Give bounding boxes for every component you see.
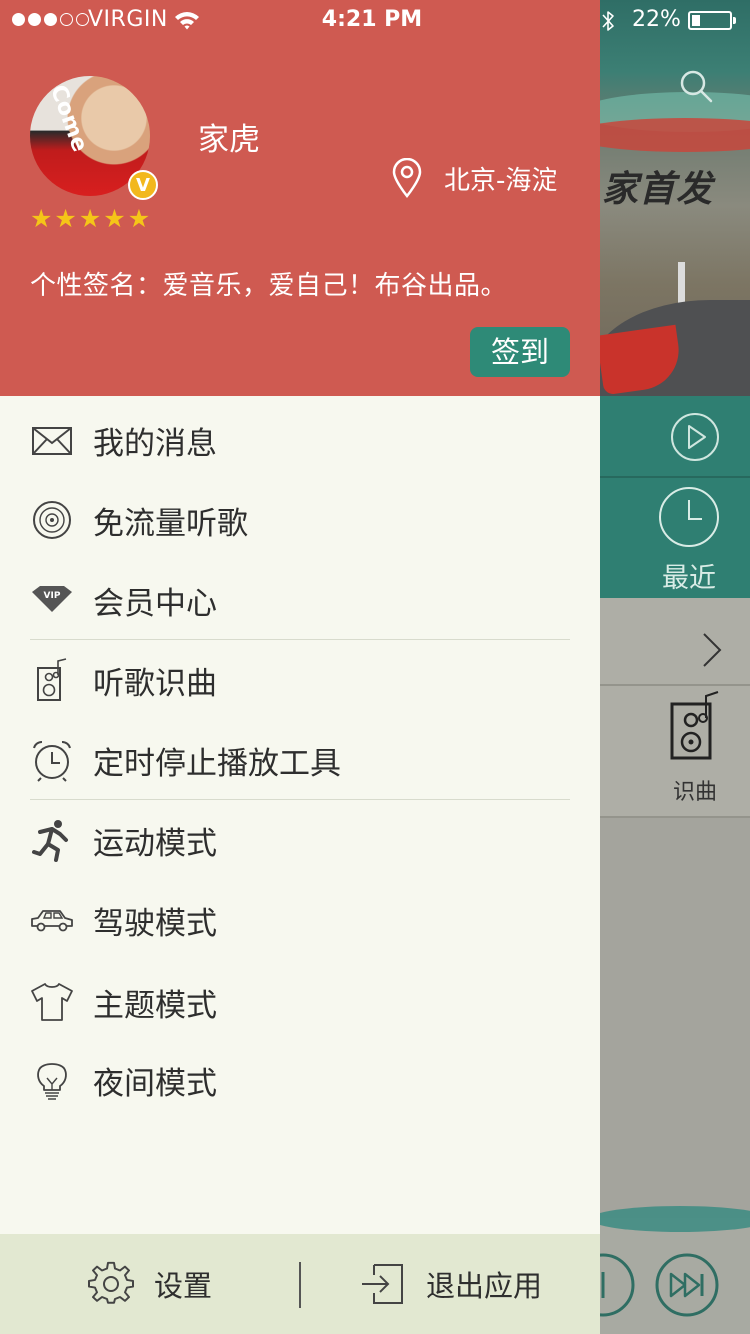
menu-item-night-mode[interactable]: 夜间模式 bbox=[0, 1040, 600, 1120]
footer-divider bbox=[299, 1262, 301, 1308]
location-pin-icon bbox=[392, 158, 422, 198]
menu-item-recognize-song[interactable]: 听歌识曲 bbox=[0, 640, 600, 720]
drawer-footer: 设置 退出应用 bbox=[0, 1234, 600, 1334]
location-text: 北京-海淀 bbox=[444, 165, 558, 196]
bluetooth-icon bbox=[602, 11, 614, 31]
running-man-icon bbox=[32, 820, 68, 862]
chevron-right-icon[interactable] bbox=[700, 630, 724, 670]
svg-text:VIP: VIP bbox=[44, 591, 61, 601]
menu-item-label: 免流量听歌 bbox=[93, 505, 248, 542]
recognize-label[interactable]: 识曲 bbox=[673, 774, 717, 806]
menu-item-sleep-timer[interactable]: 定时停止播放工具 bbox=[0, 720, 600, 800]
list-item[interactable] bbox=[600, 598, 750, 686]
menu-item-theme-mode[interactable]: 主题模式 bbox=[0, 962, 600, 1042]
location: 北京-海淀 bbox=[390, 158, 557, 198]
settings-button[interactable]: 设置 bbox=[88, 1234, 212, 1334]
battery-percentage: 22% bbox=[632, 7, 681, 32]
exit-label: 退出应用 bbox=[426, 1269, 543, 1303]
menu-item-sport-mode[interactable]: 运动模式 bbox=[0, 800, 600, 880]
menu-item-label: 驾驶模式 bbox=[93, 905, 217, 942]
profile-header: Come V ★ ★ ★ ★ ★ 家虎 北京-海淀 个性签名：爱音乐，爱自己！布谷出品。… bbox=[0, 0, 600, 396]
star-icon: ★ bbox=[30, 204, 53, 233]
menu-item-label: 定时停止播放工具 bbox=[93, 745, 341, 782]
side-drawer: Come V ★ ★ ★ ★ ★ 家虎 北京-海淀 个性签名：爱音乐，爱自己！布谷出品。… bbox=[0, 0, 600, 1334]
vip-diamond-icon: VIP bbox=[32, 586, 72, 612]
star-icon: ★ bbox=[127, 204, 151, 233]
menu-item-label: 听歌识曲 bbox=[93, 665, 217, 702]
menu-item-label: 夜间模式 bbox=[93, 1065, 217, 1102]
menu-item-label: 会员中心 bbox=[93, 585, 217, 622]
star-icon: ★ bbox=[103, 204, 126, 233]
envelope-icon bbox=[32, 427, 72, 455]
exit-app-button[interactable]: 退出应用 bbox=[360, 1234, 542, 1334]
next-track-icon[interactable] bbox=[654, 1252, 720, 1318]
gear-icon bbox=[88, 1261, 134, 1304]
rating-stars: ★ ★ ★ ★ ★ bbox=[30, 206, 150, 231]
settings-label: 设置 bbox=[154, 1269, 213, 1303]
hero-title: 家首发 bbox=[602, 169, 714, 210]
menu-item-free-data[interactable]: 免流量听歌 bbox=[0, 480, 600, 560]
tshirt-icon bbox=[31, 983, 73, 1021]
speaker-note-icon bbox=[37, 658, 67, 701]
search-icon[interactable] bbox=[678, 68, 714, 104]
menu-item-label: 运动模式 bbox=[93, 825, 217, 862]
car-icon bbox=[31, 910, 73, 932]
checkin-button[interactable]: 签到 bbox=[470, 327, 570, 377]
exit-icon bbox=[362, 1264, 403, 1304]
recent-clock-icon[interactable] bbox=[658, 486, 720, 548]
username[interactable]: 家虎 bbox=[198, 114, 260, 159]
play-circle-icon[interactable] bbox=[670, 412, 720, 462]
vinyl-disc-icon bbox=[33, 501, 71, 539]
light-bulb-icon bbox=[37, 1063, 67, 1100]
status-bar: VIRGIN 4:21 PM 22% bbox=[0, 0, 750, 40]
menu-item-driving-mode[interactable]: 驾驶模式 bbox=[0, 880, 600, 960]
star-icon: ★ bbox=[78, 204, 102, 233]
menu-item-messages[interactable]: 我的消息 bbox=[0, 400, 600, 480]
alarm-clock-icon bbox=[33, 741, 71, 782]
signature-text: 个性签名：爱音乐，爱自己！布谷出品。 bbox=[30, 271, 508, 301]
menu-item-label: 主题模式 bbox=[93, 987, 217, 1024]
recent-label[interactable]: 最近 bbox=[662, 556, 716, 595]
speaker-note-icon[interactable] bbox=[668, 690, 724, 762]
hero-banner[interactable]: 家首发 bbox=[600, 0, 750, 396]
menu-item-vip-center[interactable]: VIP 会员中心 bbox=[0, 560, 600, 640]
vip-badge: V bbox=[128, 170, 158, 200]
battery-icon bbox=[688, 11, 736, 30]
menu-item-label: 我的消息 bbox=[93, 425, 217, 462]
star-icon: ★ bbox=[54, 204, 77, 233]
